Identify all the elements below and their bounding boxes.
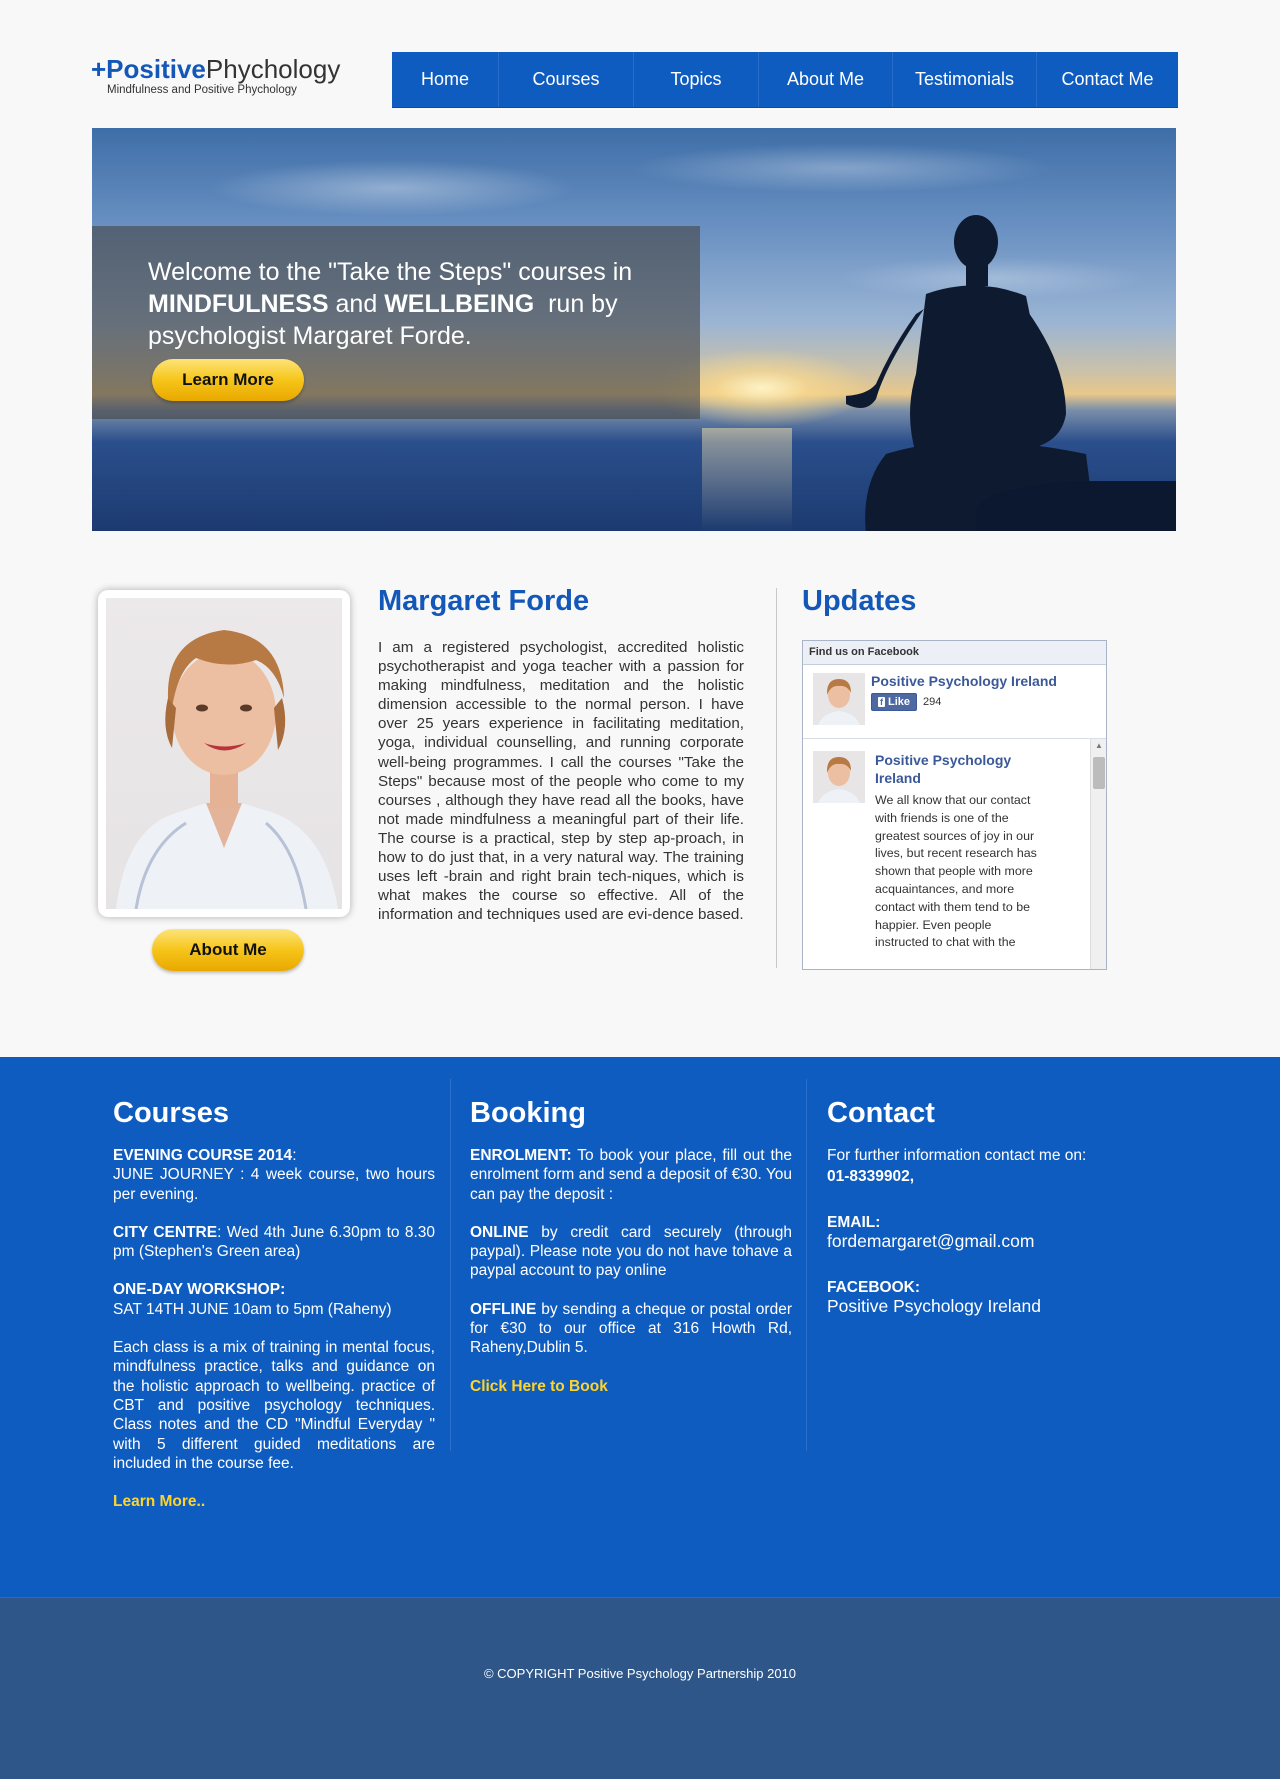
contact-phone[interactable]: 01-8339902,	[827, 1167, 1149, 1186]
logo-title: +PositivePhychology	[91, 54, 340, 84]
footer-info-section: Courses EVENING COURSE 2014: JUNE JOURNEY…	[0, 1057, 1280, 1597]
booking-online: ONLINE by credit card securely (through …	[470, 1223, 792, 1281]
facebook-page-name-link[interactable]: Positive Psychology Ireland	[871, 673, 1057, 689]
courses-link-row: Learn More..	[113, 1492, 435, 1511]
hero-line-3: psychologist Margaret Forde.	[148, 322, 472, 350]
booking-link-row: Click Here to Book	[470, 1377, 792, 1396]
footer-divider-1	[450, 1079, 451, 1451]
profile-photo-frame	[98, 590, 350, 917]
facebook-scrollbar[interactable]: ▲	[1090, 739, 1106, 969]
contact-email-link[interactable]: fordemargaret@gmail.com	[827, 1231, 1034, 1251]
portrait-illustration	[116, 630, 338, 909]
contact-email-label: EMAIL:	[827, 1213, 881, 1231]
courses-workshop-detail: SAT 14TH JUNE 10am to 5pm (Raheny)	[113, 1300, 392, 1318]
courses-evening-colon: :	[292, 1147, 297, 1164]
nav-contact-me[interactable]: Contact Me	[1037, 52, 1178, 107]
facebook-page-info: Positive Psychology Ireland f Like 294	[865, 673, 1057, 730]
facebook-post-text: We all know that our contact with friend…	[875, 793, 1037, 950]
facebook-post: Positive Psychology Ireland We all know …	[803, 739, 1106, 969]
contact-title: Contact	[827, 1097, 935, 1129]
profile-photo	[106, 598, 342, 909]
courses-city-label: CITY CENTRE	[113, 1223, 218, 1241]
contact-facebook-link[interactable]: Positive Psychology Ireland	[827, 1296, 1041, 1316]
nav-topics[interactable]: Topics	[634, 52, 759, 107]
updates-title: Updates	[802, 585, 917, 617]
facebook-like-label: Like	[888, 696, 911, 708]
site-logo[interactable]: +PositivePhychology Mindfulness and Posi…	[91, 54, 340, 96]
hero-wellbeing: WELLBEING	[384, 290, 535, 318]
hero-run-by: run by	[548, 290, 618, 318]
facebook-widget: Find us on Facebook Positive Psychology …	[802, 640, 1107, 970]
learn-more-button[interactable]: Learn More	[152, 359, 304, 401]
logo-tagline: Mindfulness and Positive Phychology	[107, 84, 297, 96]
content-divider	[776, 588, 777, 968]
contact-email-block: EMAIL: fordemargaret@gmail.com	[827, 1213, 1149, 1253]
courses-evening: EVENING COURSE 2014: JUNE JOURNEY : 4 wee…	[113, 1146, 435, 1204]
contact-column: Contact For further information contact …	[827, 1097, 1149, 1337]
contact-facebook-block: FACEBOOK: Positive Psychology Ireland	[827, 1278, 1149, 1318]
courses-learn-more-link[interactable]: Learn More..	[113, 1493, 205, 1510]
nav-testimonials[interactable]: Testimonials	[893, 52, 1037, 107]
scrollbar-thumb[interactable]	[1093, 757, 1105, 789]
booking-offline: OFFLINE by sending a cheque or postal or…	[470, 1300, 792, 1358]
hero-and: and	[335, 290, 378, 318]
copyright-text: © COPYRIGHT Positive Psychology Partners…	[483, 1666, 797, 1681]
booking-enrolment: ENROLMENT: To book your place, fill out …	[470, 1146, 792, 1204]
bio-text: I am a registered psychologist, accredit…	[378, 639, 744, 924]
facebook-widget-header: Find us on Facebook	[803, 641, 1106, 665]
avatar-thumbnail	[813, 673, 865, 725]
nav-home[interactable]: Home	[392, 52, 499, 107]
footer-divider-2	[806, 1079, 807, 1451]
facebook-like-row: f Like 294	[871, 693, 1057, 711]
footer-bottom: © COPYRIGHT Positive Psychology Partners…	[0, 1597, 1280, 1779]
courses-description: Each class is a mix of training in menta…	[113, 1339, 435, 1472]
nav-courses[interactable]: Courses	[499, 52, 634, 107]
facebook-page-row: Positive Psychology Ireland f Like 294	[803, 665, 1106, 739]
courses-workshop: ONE-DAY WORKSHOP: SAT 14TH JUNE 10am to 5…	[113, 1280, 435, 1319]
facebook-f-icon: f	[878, 697, 885, 707]
facebook-post-author[interactable]: Positive Psychology Ireland	[875, 751, 1037, 787]
hero-text-panel: Welcome to the "Take the Steps" courses …	[92, 226, 700, 419]
courses-title: Courses	[113, 1097, 230, 1129]
main-nav: Home Courses Topics About Me Testimonial…	[392, 52, 1178, 108]
booking-online-label: ONLINE	[470, 1223, 529, 1241]
booking-column: Booking ENROLMENT: To book your place, f…	[470, 1097, 792, 1415]
booking-title: Booking	[470, 1097, 586, 1129]
logo-positive-text: +Positive	[91, 54, 206, 84]
avatar-thumbnail	[813, 751, 865, 803]
courses-evening-detail: JUNE JOURNEY : 4 week course, two hours …	[113, 1166, 435, 1203]
courses-column: Courses EVENING COURSE 2014: JUNE JOURNEY…	[113, 1097, 435, 1530]
courses-city: CITY CENTRE: Wed 4th June 6.30pm to 8.30…	[113, 1223, 435, 1262]
click-here-to-book-link[interactable]: Click Here to Book	[470, 1378, 608, 1395]
hero-sea-reflection	[702, 428, 792, 531]
hero-banner: Welcome to the "Take the Steps" courses …	[92, 128, 1176, 531]
contact-facebook-label: FACEBOOK:	[827, 1279, 920, 1297]
booking-offline-label: OFFLINE	[470, 1300, 537, 1318]
nav-about-me[interactable]: About Me	[759, 52, 893, 107]
scroll-up-arrow-icon[interactable]: ▲	[1095, 741, 1103, 750]
facebook-like-count: 294	[923, 696, 942, 708]
booking-enrolment-label: ENROLMENT:	[470, 1147, 572, 1164]
about-me-button[interactable]: About Me	[152, 929, 304, 971]
hero-line-1: Welcome to the "Take the Steps" courses …	[148, 258, 633, 286]
hero-headline: Welcome to the "Take the Steps" courses …	[148, 256, 688, 352]
courses-workshop-label: ONE-DAY WORKSHOP:	[113, 1281, 286, 1299]
facebook-post-avatar[interactable]	[813, 751, 865, 803]
logo-phychology-text: Phychology	[205, 54, 341, 84]
contact-intro: For further information contact me on:	[827, 1147, 1087, 1164]
facebook-post-body: Positive Psychology Ireland We all know …	[875, 751, 1037, 969]
courses-evening-label: EVENING COURSE 2014	[113, 1147, 293, 1164]
bio-title: Margaret Forde	[378, 585, 590, 617]
hero-mindfulness: MINDFULNESS	[148, 290, 329, 318]
facebook-like-button[interactable]: f Like	[871, 693, 918, 711]
facebook-page-avatar[interactable]	[813, 673, 865, 725]
